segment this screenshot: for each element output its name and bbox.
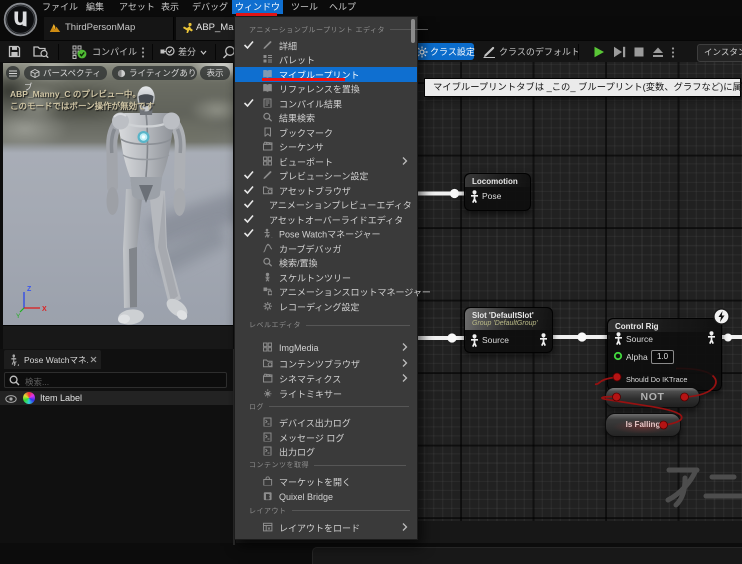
svg-text:Y: Y [16, 313, 21, 320]
svg-text:X: X [42, 306, 47, 313]
svg-text:Z: Z [27, 286, 32, 293]
